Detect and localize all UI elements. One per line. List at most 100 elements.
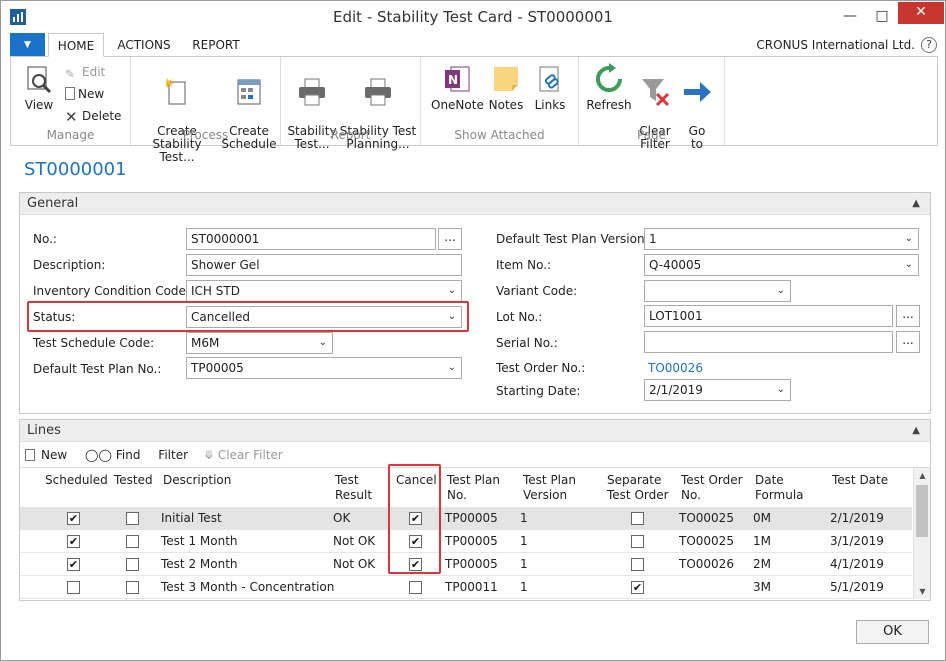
minimize-button[interactable]: — [835, 1, 865, 31]
chevron-down-icon[interactable]: ⌄ [319, 333, 327, 353]
serial-no-assist-button[interactable]: ... [896, 331, 920, 353]
default-test-plan-value: TP00005 [191, 361, 244, 375]
variant-code-field[interactable]: ⌄ [644, 280, 791, 302]
description-cell[interactable]: Test 3 Month - Concentration [161, 580, 334, 594]
edit-button[interactable]: ✎ Edit [65, 63, 105, 81]
clear-filter-icon [642, 79, 670, 107]
find-button[interactable]: ◯◯ Find [85, 448, 140, 462]
scroll-down-icon[interactable]: ▼ [914, 584, 930, 599]
collapse-icon[interactable]: ▲ [912, 420, 920, 441]
col-description[interactable]: Description [163, 473, 231, 488]
table-row[interactable]: ✔ Test 1 Month Not OK ✔ TP00005 1 TO00025 1M 3/1… [20, 530, 912, 553]
tested-checkbox[interactable] [126, 535, 139, 548]
cancel-checkbox[interactable] [409, 581, 422, 594]
lot-no-assist-button[interactable]: ... [896, 305, 920, 327]
serial-no-field[interactable] [644, 331, 893, 353]
date-formula-cell: 1M [753, 534, 771, 548]
tab-actions[interactable]: ACTIONS [111, 33, 177, 57]
test-schedule-field[interactable]: M6M ⌄ [186, 332, 333, 354]
col-tested[interactable]: Tested [114, 473, 153, 488]
lot-no-field[interactable]: LOT1001 [644, 305, 893, 327]
col-date-formula[interactable]: Date Formula [755, 473, 804, 503]
scheduled-checkbox[interactable]: ✔ [67, 535, 80, 548]
default-test-plan-field[interactable]: TP00005 ⌄ [186, 357, 462, 379]
collapse-icon[interactable]: ▲ [912, 193, 920, 214]
company-name: CRONUS International Ltd. [756, 38, 915, 52]
tab-report[interactable]: REPORT [185, 33, 247, 57]
onenote-button[interactable]: N OneNote [431, 63, 484, 112]
table-row[interactable]: ✔ Initial Test OK ✔ TP00005 1 TO00025 0M 2/1/201… [20, 507, 912, 530]
col-test-order-no[interactable]: Test Order No. [681, 473, 743, 503]
table-row[interactable]: ✔ Test 2 Month Not OK ✔ TP00005 1 TO00026 2M 4/1… [20, 553, 912, 576]
delete-button[interactable]: ✕ Delete [65, 107, 121, 126]
new-line-button[interactable]: New [25, 448, 67, 462]
description-cell[interactable]: Test 1 Month [161, 534, 238, 548]
notes-button[interactable]: Notes [485, 63, 527, 112]
group-manage: View ✎ Edit New ✕ Delete Manage [11, 57, 131, 145]
chevron-down-icon[interactable]: ⌄ [448, 281, 456, 301]
new-button[interactable]: New [65, 85, 104, 103]
col-separate-test-order[interactable]: Separate Test Order [607, 473, 669, 503]
chevron-down-icon[interactable]: ⌄ [905, 255, 913, 275]
col-scheduled[interactable]: Scheduled [45, 473, 108, 488]
default-test-plan-version-field[interactable]: 1 ⌄ [644, 228, 919, 250]
close-button[interactable]: ✕ [898, 2, 944, 24]
scheduled-checkbox[interactable]: ✔ [67, 558, 80, 571]
chevron-down-icon[interactable]: ⌄ [448, 358, 456, 378]
description-field[interactable]: Shower Gel [186, 254, 462, 276]
group-report: Stability Test... Stability Test Plannin… [281, 57, 421, 151]
test-date-cell: 2/1/2019 [830, 511, 884, 525]
separate-test-order-checkbox[interactable] [631, 558, 644, 571]
ok-button[interactable]: OK [856, 620, 929, 644]
chevron-down-icon[interactable]: ⌄ [905, 229, 913, 249]
test-order-link[interactable]: TO00026 [648, 361, 703, 375]
no-assist-button[interactable]: ... [438, 228, 462, 250]
scheduled-checkbox[interactable]: ✔ [67, 512, 80, 525]
tested-checkbox[interactable] [126, 558, 139, 571]
clear-filter-lines-button[interactable]: ⤋ Clear Filter [204, 448, 283, 462]
no-field[interactable]: ST0000001 [186, 228, 436, 250]
col-test-date[interactable]: Test Date [832, 473, 888, 488]
scrollbar-thumb[interactable] [916, 485, 928, 537]
refresh-button[interactable]: Refresh [585, 63, 633, 112]
create-stability-test-button[interactable]: Create Stability Test... [135, 63, 219, 164]
tested-checkbox[interactable] [126, 512, 139, 525]
vertical-scrollbar[interactable]: ▲ ▼ [913, 468, 930, 599]
general-header[interactable]: General ▲ [20, 193, 930, 215]
lines-toolbar: New ◯◯ Find Filter ⤋ Clear Filter [25, 448, 283, 462]
starting-date-field[interactable]: 2/1/2019 ⌄ [644, 379, 791, 401]
tested-checkbox[interactable] [126, 581, 139, 594]
links-button[interactable]: Links [529, 63, 571, 112]
scheduled-checkbox[interactable] [67, 581, 80, 594]
page-title: ST0000001 [24, 159, 127, 180]
chevron-down-icon[interactable]: ⌄ [777, 281, 785, 301]
description-cell[interactable]: Test 2 Month [161, 557, 238, 571]
separate-test-order-checkbox[interactable] [631, 512, 644, 525]
inventory-condition-field[interactable]: ICH STD ⌄ [186, 280, 462, 302]
application-menu-button[interactable]: ▼ [10, 33, 45, 57]
separate-test-order-checkbox[interactable]: ✔ [631, 581, 644, 594]
lines-grid: Scheduled Tested Description Test Result… [20, 467, 930, 599]
date-formula-cell: 3M [753, 580, 771, 594]
col-test-plan-no[interactable]: Test Plan No. [447, 473, 500, 503]
table-row[interactable]: Test 3 Month - Concentration TP00011 1 ✔ 3M 5… [20, 576, 912, 599]
test-plan-version-cell: 1 [520, 580, 528, 594]
create-document-icon [166, 78, 186, 105]
scroll-up-icon[interactable]: ▲ [914, 468, 930, 484]
serial-no-label: Serial No.: [496, 336, 558, 350]
maximize-button[interactable]: □ [867, 1, 897, 31]
starting-date-label: Starting Date: [496, 384, 581, 398]
no-label: No.: [33, 232, 57, 246]
separate-test-order-checkbox[interactable] [631, 535, 644, 548]
description-cell[interactable]: Initial Test [161, 511, 222, 525]
lines-header[interactable]: Lines ▲ [20, 420, 930, 442]
col-test-result[interactable]: Test Result [335, 473, 372, 503]
item-no-value: Q-40005 [649, 258, 702, 272]
help-icon[interactable]: ? [921, 37, 937, 53]
item-no-field[interactable]: Q-40005 ⌄ [644, 254, 919, 276]
tab-home[interactable]: HOME [48, 33, 104, 57]
col-test-plan-version[interactable]: Test Plan Version [523, 473, 576, 503]
chevron-down-icon[interactable]: ⌄ [777, 380, 785, 400]
filter-button[interactable]: Filter [158, 448, 188, 462]
view-button[interactable]: View [19, 63, 59, 112]
